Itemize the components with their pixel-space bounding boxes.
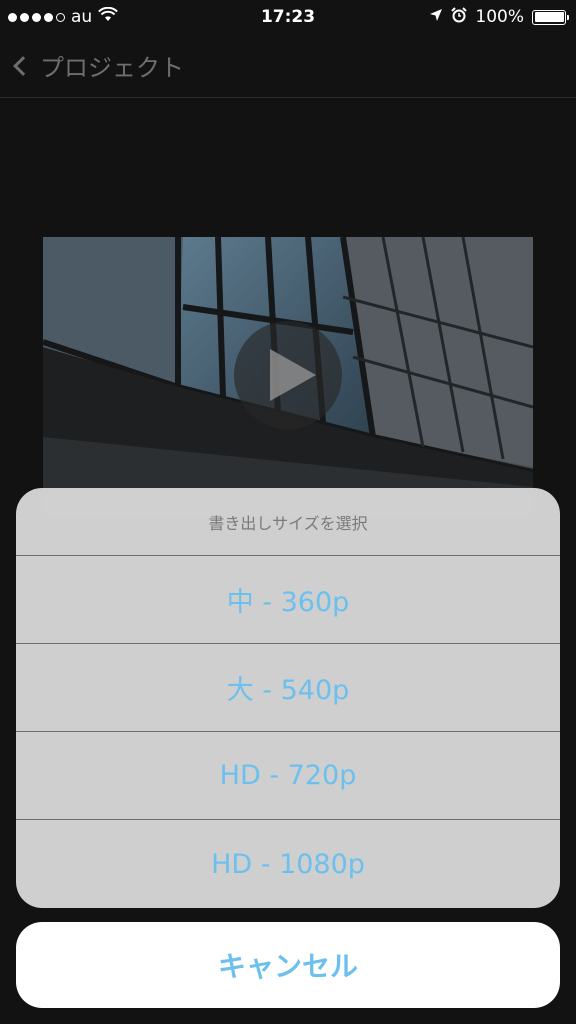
status-bar: au 17:23 100%: [0, 0, 576, 34]
signal-strength-icon: [8, 12, 65, 22]
battery-percent: 100%: [475, 7, 524, 27]
play-button[interactable]: [234, 321, 342, 429]
battery-icon: [532, 9, 569, 25]
option-540p-button[interactable]: 大 - 540p: [16, 644, 560, 732]
option-360p-button[interactable]: 中 - 360p: [16, 556, 560, 644]
battery-fill: [534, 12, 564, 22]
play-icon: [270, 349, 316, 401]
status-right: 100%: [429, 6, 569, 28]
back-button-label: プロジェクト: [40, 54, 184, 82]
back-button[interactable]: プロジェクト: [10, 48, 184, 83]
chevron-left-icon: [13, 55, 33, 76]
carrier-label: au: [71, 7, 93, 27]
alarm-clock-icon: [451, 6, 468, 28]
navigation-bar: プロジェクト: [0, 34, 576, 98]
cancel-button[interactable]: キャンセル: [16, 922, 560, 1008]
export-size-action-sheet: 書き出しサイズを選択 中 - 360p 大 - 540p HD - 720p H…: [16, 488, 560, 908]
video-preview[interactable]: [43, 237, 533, 517]
action-sheet-title: 書き出しサイズを選択: [16, 488, 560, 556]
status-left: au: [8, 6, 119, 27]
option-1080p-button[interactable]: HD - 1080p: [16, 820, 560, 908]
location-arrow-icon: [429, 7, 443, 27]
option-720p-button[interactable]: HD - 720p: [16, 732, 560, 820]
wifi-icon: [98, 6, 119, 27]
